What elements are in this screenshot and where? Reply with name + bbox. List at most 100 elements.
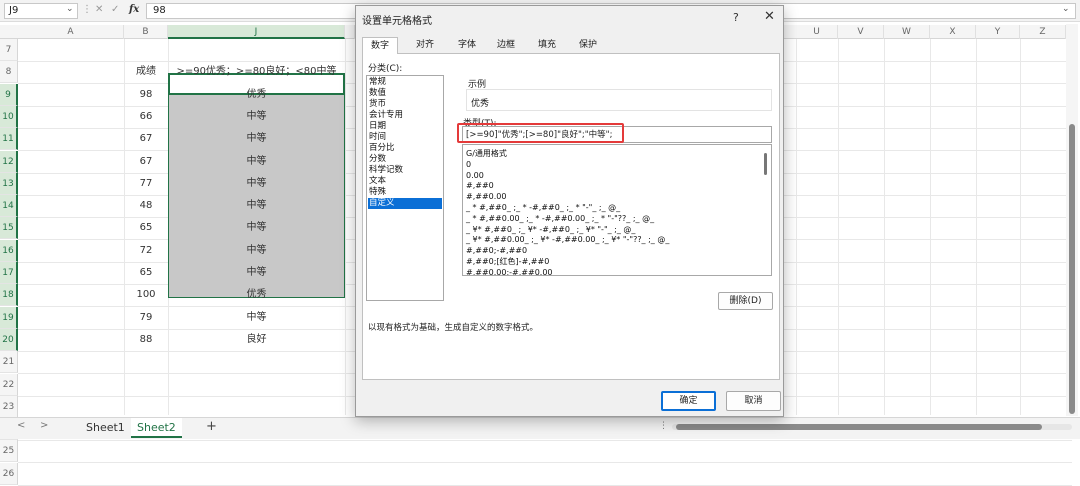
category-item[interactable]: 特殊 [368, 187, 442, 198]
grade-cell[interactable]: 中等 [168, 173, 345, 195]
format-code-item[interactable]: #,##0.00 [466, 191, 506, 202]
score-cell[interactable]: 67 [124, 128, 168, 150]
column-header-z[interactable]: Z [1020, 25, 1066, 39]
category-item[interactable]: 数值 [368, 88, 442, 99]
format-list-scroll-thumb[interactable] [764, 153, 767, 175]
horizontal-scroll-thumb[interactable] [676, 424, 1042, 430]
score-cell[interactable]: 77 [124, 173, 168, 195]
header-cell-score[interactable]: 成绩 [124, 61, 168, 83]
format-code-item[interactable]: #,##0;[红色]-#,##0 [466, 256, 549, 267]
category-item[interactable]: 会计专用 [368, 110, 442, 121]
row-header[interactable]: 23 [0, 396, 18, 418]
score-cell[interactable]: 100 [124, 284, 168, 306]
grade-cell[interactable]: 中等 [168, 240, 345, 262]
score-cell[interactable]: 48 [124, 195, 168, 217]
grade-cell[interactable]: 中等 [168, 195, 345, 217]
column-header-b[interactable]: B [124, 25, 168, 39]
vertical-scroll-thumb[interactable] [1069, 124, 1075, 414]
tab-alignment[interactable]: 对齐 [408, 37, 442, 54]
row-header[interactable]: 9 [0, 84, 18, 106]
format-code-item[interactable]: G/通用格式 [466, 148, 507, 159]
column-header-u[interactable]: U [796, 25, 838, 39]
grade-cell[interactable]: 良好 [168, 329, 345, 351]
grade-cell[interactable]: 中等 [168, 262, 345, 284]
tab-font[interactable]: 字体 [450, 37, 484, 54]
tab-fill[interactable]: 填充 [530, 37, 564, 54]
format-code-item[interactable]: #,##0;-#,##0 [466, 245, 527, 256]
row-header[interactable]: 13 [0, 173, 18, 195]
category-item[interactable]: 百分比 [368, 143, 442, 154]
column-header-y[interactable]: Y [976, 25, 1020, 39]
tab-border[interactable]: 边框 [489, 37, 523, 54]
score-cell[interactable]: 66 [124, 106, 168, 128]
row-header[interactable]: 19 [0, 307, 18, 329]
score-cell[interactable]: 67 [124, 151, 168, 173]
score-cell[interactable]: 65 [124, 217, 168, 239]
sheet-tab-sheet2[interactable]: Sheet2 [131, 418, 182, 438]
grade-cell[interactable]: 中等 [168, 128, 345, 150]
format-code-item[interactable]: _ ¥* #,##0_ ;_ ¥* -#,##0_ ;_ ¥* "-"_ ;_ … [466, 224, 635, 235]
column-header-j[interactable]: J [168, 25, 345, 39]
grade-cell[interactable]: 优秀 [168, 84, 345, 106]
row-header[interactable]: 18 [0, 284, 18, 306]
tab-protection[interactable]: 保护 [571, 37, 605, 54]
score-cell[interactable]: 79 [124, 307, 168, 329]
category-item[interactable]: 日期 [368, 121, 442, 132]
format-code-item[interactable]: _ * #,##0_ ;_ * -#,##0_ ;_ * "-"_ ;_ @_ [466, 202, 620, 213]
column-header-x[interactable]: X [930, 25, 976, 39]
format-code-item[interactable]: #,##0.00;-#,##0.00 [466, 267, 553, 275]
row-header[interactable]: 25 [0, 440, 18, 462]
format-code-item[interactable]: _ * #,##0.00_ ;_ * -#,##0.00_ ;_ * "-"??… [466, 213, 654, 224]
format-code-list[interactable]: G/通用格式 0 0.00 #,##0 #,##0.00 _ * #,##0_ ;_ * … [462, 144, 772, 276]
prev-sheet-icon[interactable]: < [17, 420, 25, 431]
format-code-item[interactable]: 0.00 [466, 170, 484, 181]
row-header[interactable]: 12 [0, 151, 18, 173]
column-header-w[interactable]: W [884, 25, 930, 39]
category-item[interactable]: 常规 [368, 77, 442, 88]
next-sheet-icon[interactable]: > [40, 420, 48, 431]
format-code-item[interactable]: #,##0 [466, 180, 494, 191]
help-icon[interactable]: ? [733, 11, 739, 24]
grade-cell[interactable]: 优秀 [168, 284, 345, 306]
row-header[interactable]: 15 [0, 217, 18, 239]
category-item[interactable]: 自定义 [368, 198, 442, 209]
close-icon[interactable]: ✕ [764, 9, 775, 24]
sheet-tab-sheet1[interactable]: Sheet1 [80, 418, 131, 438]
row-header[interactable]: 20 [0, 329, 18, 351]
row-header[interactable]: 17 [0, 262, 18, 284]
row-header[interactable]: 10 [0, 106, 18, 128]
grade-cell[interactable]: 中等 [168, 106, 345, 128]
grade-cell[interactable]: 中等 [168, 217, 345, 239]
column-header-v[interactable]: V [838, 25, 884, 39]
format-code-item[interactable]: 0 [466, 159, 471, 170]
cancel-button[interactable]: 取消 [726, 391, 781, 411]
row-header[interactable]: 16 [0, 240, 18, 262]
row-header[interactable]: 14 [0, 195, 18, 217]
add-sheet-icon[interactable]: + [206, 419, 217, 434]
category-item[interactable]: 文本 [368, 176, 442, 187]
header-cell-rule[interactable]: >=90优秀；>=80良好；<80中等 [168, 61, 345, 83]
row-header[interactable]: 7 [0, 39, 18, 61]
row-header[interactable]: 22 [0, 374, 18, 396]
score-cell[interactable]: 88 [124, 329, 168, 351]
score-cell[interactable]: 98 [124, 84, 168, 106]
format-code-item[interactable]: _ ¥* #,##0.00_ ;_ ¥* -#,##0.00_ ;_ ¥* "-… [466, 234, 669, 245]
score-cell[interactable]: 65 [124, 262, 168, 284]
tab-number[interactable]: 数字 [362, 37, 399, 55]
row-header[interactable]: 21 [0, 351, 18, 373]
category-item[interactable]: 分数 [368, 154, 442, 165]
row-header[interactable]: 8 [0, 61, 18, 83]
grade-cell[interactable]: 中等 [168, 307, 345, 329]
category-item[interactable]: 时间 [368, 132, 442, 143]
column-header-a[interactable]: A [18, 25, 124, 39]
ok-button[interactable]: 确定 [661, 391, 716, 411]
row-header[interactable]: 11 [0, 128, 18, 150]
delete-button[interactable]: 删除(D) [718, 292, 773, 310]
more-tabs-icon[interactable]: ⋮ [659, 421, 668, 431]
category-item[interactable]: 科学记数 [368, 165, 442, 176]
row-header[interactable]: 26 [0, 463, 18, 485]
score-cell[interactable]: 72 [124, 240, 168, 262]
category-item[interactable]: 货币 [368, 99, 442, 110]
grade-cell[interactable]: 中等 [168, 151, 345, 173]
category-list[interactable]: 常规 数值 货币 会计专用 日期 时间 百分比 分数 科学记数 文本 特殊 自定义 [366, 75, 444, 301]
